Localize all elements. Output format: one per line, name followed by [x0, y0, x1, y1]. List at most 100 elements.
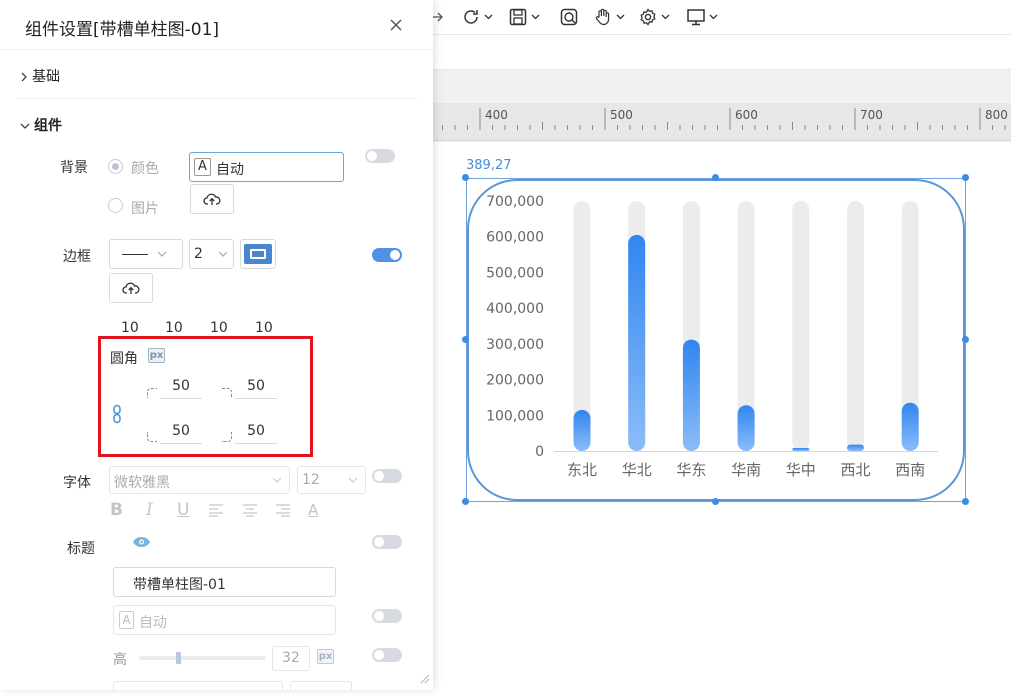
padding-value-1: 10 — [121, 320, 139, 336]
background-toggle[interactable] — [365, 149, 395, 163]
chevron-down-icon — [20, 123, 30, 129]
slider-handle[interactable] — [176, 652, 181, 664]
monitor-icon — [687, 9, 705, 26]
next-row-input[interactable] — [113, 681, 283, 690]
font-family-select[interactable]: 微软雅黑 — [109, 466, 290, 494]
section-component-label: 组件 — [34, 118, 62, 134]
padding-value-2: 10 — [165, 320, 183, 336]
title-height-input[interactable]: 32 — [272, 646, 310, 671]
chevron-down-icon — [709, 14, 718, 20]
resize-handle-bottom-right[interactable] — [962, 498, 969, 505]
background-color-radio[interactable] — [108, 159, 123, 174]
font-family-value: 微软雅黑 — [114, 475, 170, 491]
cloud-upload-icon — [203, 193, 221, 205]
border-color-swatch — [244, 244, 272, 264]
selection-box — [466, 178, 966, 502]
widget-coordinates: 389,27 — [466, 158, 512, 173]
align-left-icon[interactable] — [208, 503, 224, 517]
next-row-select[interactable] — [290, 681, 352, 690]
align-center-icon[interactable] — [242, 503, 258, 517]
border-label: 边框 — [63, 249, 91, 265]
title-toggle[interactable] — [372, 535, 402, 549]
divider — [16, 98, 418, 99]
chevron-down-icon — [484, 14, 493, 20]
padding-value-3: 10 — [210, 320, 228, 336]
section-basic-label: 基础 — [32, 69, 60, 85]
ruler-mark-700: 700 — [860, 108, 883, 122]
font-a-icon: A — [119, 611, 134, 629]
title-height-label: 高 — [113, 652, 127, 668]
title-height-slider[interactable] — [139, 656, 266, 660]
cloud-upload-icon — [122, 282, 140, 294]
font-color-icon[interactable]: A — [308, 501, 318, 519]
chevron-down-icon — [348, 477, 358, 483]
chevron-down-icon — [272, 477, 282, 483]
border-width-value: 2 — [194, 246, 203, 262]
hand-tool-menu[interactable] — [593, 6, 625, 28]
resize-handle-top-right[interactable] — [962, 174, 969, 181]
font-size-value: 12 — [302, 472, 320, 488]
ruler-mark-800: 800 — [985, 108, 1008, 122]
zoom-fit-icon[interactable] — [559, 6, 579, 28]
title-color-picker[interactable]: A 自动 — [113, 605, 336, 635]
title-height-value: 32 — [282, 650, 300, 666]
background-color-option: 颜色 — [131, 161, 159, 177]
resize-handle-top[interactable] — [712, 174, 719, 181]
chevron-down-icon — [661, 14, 670, 20]
ruler-mark-400: 400 — [485, 108, 508, 122]
chevron-down-icon — [157, 251, 167, 257]
background-upload-button[interactable] — [190, 184, 234, 214]
eye-icon[interactable] — [132, 536, 151, 548]
padding-value-4: 10 — [255, 320, 273, 336]
font-toggle[interactable] — [372, 469, 402, 483]
refresh-menu[interactable] — [461, 6, 493, 28]
settings-menu[interactable] — [638, 6, 670, 28]
close-icon[interactable] — [389, 18, 403, 32]
border-width-select[interactable]: 2 — [189, 239, 234, 269]
swatch-inner — [250, 249, 266, 259]
title-label: 标题 — [67, 541, 95, 557]
underline-icon[interactable]: U — [177, 500, 189, 520]
ruler-mark-600: 600 — [735, 108, 758, 122]
chevron-down-icon — [531, 14, 540, 20]
italic-icon[interactable]: I — [146, 500, 153, 520]
gear-icon — [640, 8, 656, 26]
save-menu[interactable] — [508, 6, 540, 28]
font-label: 字体 — [63, 475, 91, 491]
background-color-value: 自动 — [216, 162, 244, 178]
preview-menu[interactable] — [686, 6, 718, 28]
chevron-right-icon — [21, 72, 27, 82]
resize-handle-right[interactable] — [962, 336, 969, 343]
background-image-radio[interactable] — [108, 198, 123, 213]
resize-handle-left[interactable] — [462, 336, 469, 343]
divider — [0, 49, 433, 50]
title-height-unit-badge[interactable]: px — [317, 649, 334, 664]
font-a-icon: A — [194, 158, 211, 176]
section-component-header[interactable]: 组件 — [20, 115, 62, 135]
title-color-value: 自动 — [139, 615, 167, 631]
title-color-toggle[interactable] — [372, 609, 402, 623]
component-settings-panel: 组件设置[带槽单柱图-01] 基础 组件 背景 颜色 图片 A 自动 边框 2 … — [0, 0, 433, 690]
resize-handle-bottom[interactable] — [712, 498, 719, 505]
background-label: 背景 — [60, 160, 88, 176]
border-style-select[interactable] — [109, 239, 183, 269]
ruler-mark-500: 500 — [610, 108, 633, 122]
background-image-option: 图片 — [131, 201, 159, 217]
font-size-select[interactable]: 12 — [297, 466, 366, 494]
resize-handle-top-left[interactable] — [462, 174, 469, 181]
border-upload-button[interactable] — [109, 273, 153, 303]
bold-icon[interactable]: B — [110, 500, 123, 520]
resize-handle-bottom-left[interactable] — [462, 498, 469, 505]
title-height-toggle[interactable] — [372, 648, 402, 662]
border-toggle[interactable] — [372, 248, 402, 262]
border-color-picker[interactable] — [240, 239, 276, 269]
chart-widget[interactable]: 700,000 600,000 500,000 400,000 300,000 200,0… — [462, 174, 969, 505]
title-text-value: 带槽单柱图-01 — [133, 577, 226, 593]
resize-grip-icon[interactable] — [418, 672, 430, 684]
section-basic-header[interactable]: 基础 — [20, 66, 60, 86]
title-text-input[interactable]: 带槽单柱图-01 — [113, 567, 336, 597]
background-color-picker[interactable]: A 自动 — [189, 152, 344, 182]
hand-icon — [595, 8, 610, 26]
highlight-box — [98, 336, 313, 457]
align-right-icon[interactable] — [275, 503, 291, 517]
